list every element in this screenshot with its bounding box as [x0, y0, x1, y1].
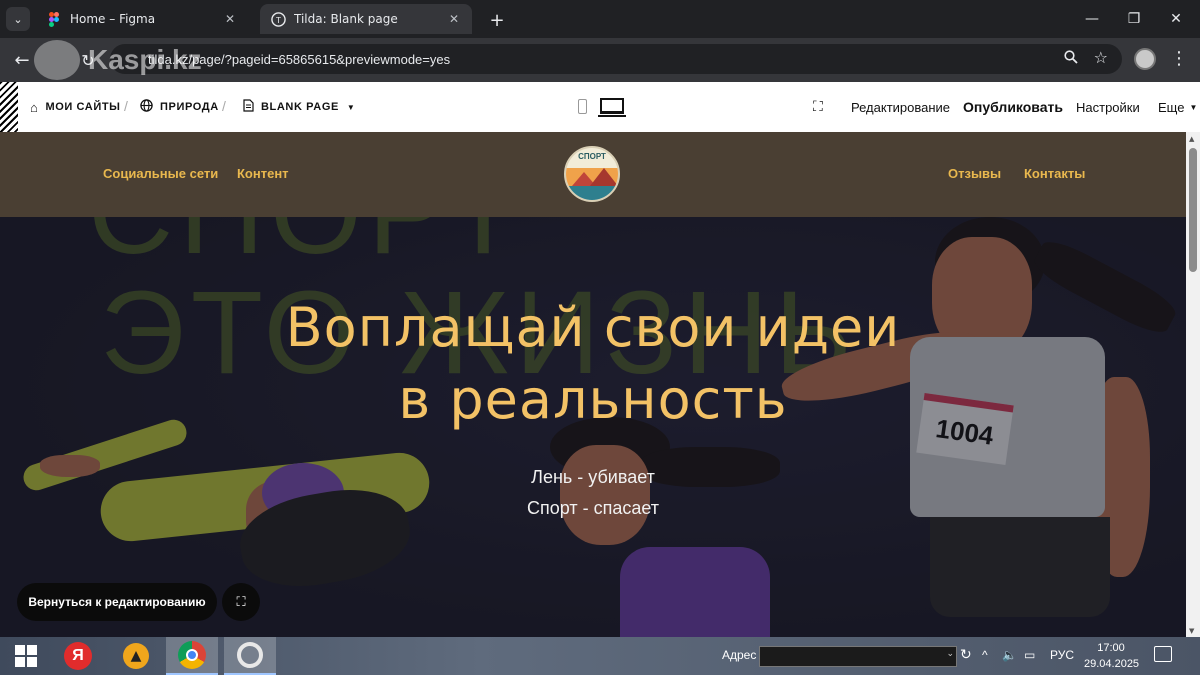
breadcrumb-page[interactable]: BLANK PAGE ▼ — [243, 82, 355, 132]
close-tab-icon[interactable]: ✕ — [446, 11, 462, 27]
tab-figma[interactable]: Home – Figma ✕ — [36, 4, 248, 34]
tab-search-button[interactable]: ⌄ — [6, 7, 30, 31]
restore-icon[interactable]: ❐ — [1114, 6, 1154, 32]
volume-icon[interactable]: 🔈 — [1002, 648, 1017, 662]
breadcrumb-label: BLANK PAGE — [261, 101, 339, 113]
taskbar-address-input[interactable]: ⌄ — [759, 646, 957, 667]
triangle-app-icon: ▲ — [123, 643, 149, 669]
address-bar[interactable]: tilda.kz/page/?pageid=65865615&previewmo… — [110, 44, 1122, 74]
breadcrumb-project[interactable]: ПРИРОДА — [140, 82, 219, 132]
hero-subtitle: Лень - убивает — [531, 467, 655, 487]
logo-lake — [566, 186, 618, 200]
page-scrollbar[interactable]: ▲ ▼ — [1186, 132, 1200, 637]
tab-title: Home – Figma — [70, 12, 156, 26]
dropdown-arrow-icon[interactable]: ⌄ — [946, 649, 954, 659]
app-button[interactable]: ▲ — [110, 637, 162, 675]
address-label: Адрес — [722, 648, 757, 662]
chrome-button[interactable] — [166, 637, 218, 675]
system-clock[interactable]: 17:00 29.04.2025 — [1084, 640, 1140, 672]
scroll-thumb[interactable] — [1189, 148, 1197, 272]
zoom-icon[interactable] — [1064, 50, 1078, 68]
tab-title: Tilda: Blank page — [294, 12, 398, 26]
yandex-icon: Я — [64, 642, 92, 670]
nav-contacts[interactable]: Контакты — [1024, 166, 1085, 181]
logo-text: СПОРТ — [578, 152, 606, 161]
nav-reviews[interactable]: Отзывы — [948, 166, 1001, 181]
tilda-icon: T — [270, 11, 286, 27]
mobile-preview-icon[interactable] — [578, 99, 587, 114]
browser-menu-icon[interactable]: ⋮ — [1170, 48, 1188, 69]
window-close-icon[interactable]: ✕ — [1156, 6, 1196, 32]
site-logo[interactable]: СПОРТ — [564, 146, 620, 202]
settings-link[interactable]: Настройки — [1076, 82, 1140, 132]
yandex-browser-button[interactable]: Я — [52, 637, 104, 675]
home-icon: ⌂ — [30, 99, 39, 115]
battery-icon[interactable]: ▭ — [1024, 648, 1035, 662]
hero-title: Воплащай свои идеи в реальность — [0, 292, 1186, 436]
caret-down-icon: ▼ — [1189, 102, 1198, 112]
hero-subtitle: Спорт - спасает — [526, 498, 660, 518]
breadcrumb-label: ПРИРОДА — [160, 101, 219, 113]
breadcrumb-separator: / — [222, 98, 226, 114]
browser-tab-strip: ⌄ Home – Figma ✕ T Tilda: Blank page ✕ +… — [0, 0, 1200, 38]
scroll-down-icon[interactable]: ▼ — [1189, 627, 1194, 635]
nav-social[interactable]: Социальные сети — [103, 166, 218, 181]
publish-button[interactable]: Опубликовать — [963, 82, 1063, 132]
clock-date: 29.04.2025 — [1084, 658, 1140, 670]
chrome-icon — [178, 641, 206, 669]
language-indicator[interactable]: РУС — [1050, 648, 1074, 662]
desktop-preview-icon[interactable] — [598, 98, 626, 117]
caret-down-icon: ▼ — [346, 102, 356, 112]
opera-icon — [237, 642, 263, 668]
opera-button[interactable] — [224, 637, 276, 675]
svg-text:T: T — [275, 14, 280, 24]
scroll-up-icon[interactable]: ▲ — [1189, 135, 1194, 143]
tilda-top-bar: ⌂ МОИ САЙТЫ / ПРИРОДА / BLANK PAGE ▼ ⛶ Р… — [0, 82, 1200, 132]
bookmark-star-icon[interactable]: ☆ — [1094, 48, 1108, 67]
more-label: Еще — [1158, 99, 1185, 115]
hero-title-line: в реальность — [398, 368, 788, 431]
page-preview: Социальные сети Контент СПОРТ Отзывы Кон… — [0, 132, 1186, 637]
site-header: Социальные сети Контент СПОРТ Отзывы Кон… — [0, 132, 1186, 217]
minimize-icon[interactable]: — — [1072, 6, 1112, 32]
nav-content[interactable]: Контент — [237, 166, 289, 181]
more-menu[interactable]: Еще ▼ — [1158, 82, 1197, 132]
edit-link[interactable]: Редактирование — [851, 82, 950, 132]
clock-time: 17:00 — [1097, 642, 1125, 654]
reload-icon[interactable]: ↻ — [76, 48, 100, 72]
tab-tilda[interactable]: T Tilda: Blank page ✕ — [260, 4, 472, 34]
back-to-edit-button[interactable]: Вернуться к редактированию — [17, 583, 217, 621]
logo-mountain — [590, 168, 618, 186]
windows-logo-icon — [15, 645, 37, 667]
browser-toolbar: ← ↻ tilda.kz/page/?pageid=65865615&previ… — [0, 38, 1200, 82]
refresh-icon[interactable]: ↻ — [960, 647, 972, 663]
tilda-logo-icon[interactable] — [0, 82, 18, 132]
hero-title-line: Воплащай свои идеи — [285, 296, 901, 359]
tray-expand-icon[interactable]: ^ — [982, 648, 988, 662]
url-text: tilda.kz/page/?pageid=65865615&previewmo… — [148, 51, 451, 67]
start-button[interactable] — [0, 637, 52, 675]
globe-icon — [140, 99, 153, 115]
hero-section: СПОРТ ЭТО ЖИЗНЬ 1004 — [0, 147, 1186, 637]
new-tab-button[interactable]: + — [486, 9, 508, 31]
page-icon — [243, 99, 254, 115]
windows-taskbar: Я ▲ Адрес ⌄ ↻ ^ 🔈 ▭ РУС 17:00 29.04.2025 — [0, 637, 1200, 675]
figma-icon — [46, 11, 62, 27]
fullscreen-icon[interactable]: ⛶ — [813, 98, 823, 115]
breadcrumb-separator: / — [124, 98, 128, 114]
close-tab-icon[interactable]: ✕ — [222, 11, 238, 27]
notifications-icon[interactable] — [1154, 646, 1172, 662]
breadcrumb-label: МОИ САЙТЫ — [45, 101, 121, 113]
profile-avatar[interactable] — [1134, 48, 1156, 70]
breadcrumb-my-sites[interactable]: ⌂ МОИ САЙТЫ — [30, 82, 121, 132]
expand-icon[interactable]: ⛶ — [222, 583, 260, 621]
back-arrow-icon[interactable]: ← — [10, 48, 34, 72]
